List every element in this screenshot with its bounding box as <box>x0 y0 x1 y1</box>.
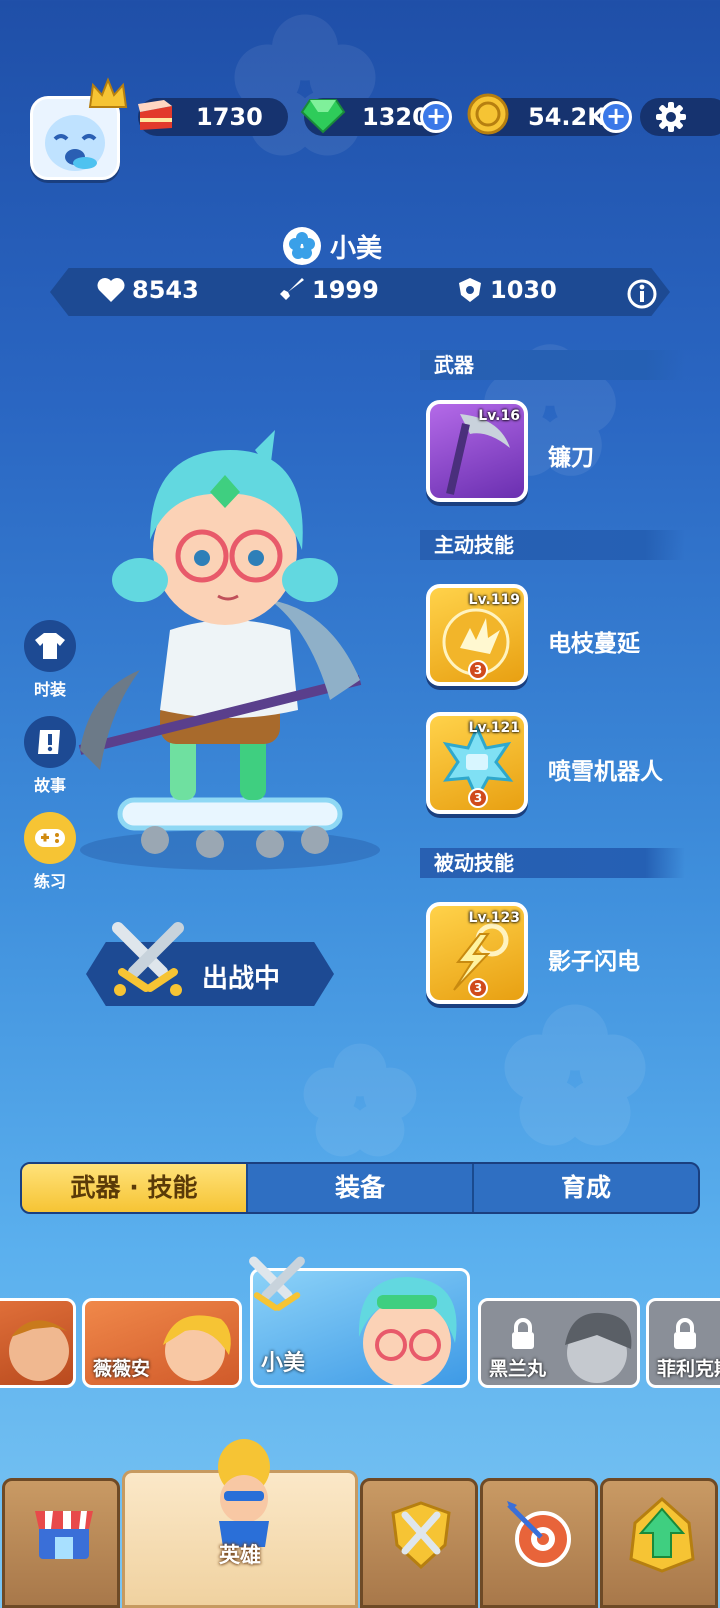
shop-icon <box>35 1511 93 1559</box>
hero-character-model <box>78 430 380 870</box>
passive-skill-name: 影子闪电 <box>548 949 640 975</box>
practice-circle <box>24 812 76 864</box>
cake-count: 1730 <box>196 103 263 131</box>
practice-label: 练习 <box>33 872 66 891</box>
hero-portrait <box>9 1320 69 1381</box>
defense-value: 1030 <box>490 276 557 304</box>
hero-name: 小美 <box>330 233 383 264</box>
nav-rank[interactable] <box>480 1478 598 1608</box>
info-icon[interactable] <box>626 278 658 310</box>
active-skill-1-name: 电枝蔓延 <box>548 631 640 657</box>
player-avatar[interactable] <box>30 77 128 180</box>
attack-value: 1999 <box>312 276 379 304</box>
hero-portrait <box>565 1312 632 1383</box>
hp-value: 8543 <box>132 276 199 304</box>
green-gem-icon <box>300 99 346 134</box>
target-arrow-icon <box>507 1501 571 1567</box>
roster-hero-0[interactable] <box>0 1298 76 1388</box>
background-flower-icon <box>303 1043 417 1157</box>
gear-icon <box>656 102 686 132</box>
upgrade-arrow-icon <box>629 1496 695 1573</box>
deployed-swords-icon <box>249 1256 305 1311</box>
background-flower-icon <box>504 1004 646 1146</box>
active-skill-section-header: 主动技能 <box>420 530 685 560</box>
cake-icon <box>138 100 172 130</box>
cake-resource: 1730 <box>138 98 288 136</box>
scroll-exclaim-icon <box>38 730 60 754</box>
roster-hero-locked-2-name: 菲利克斯 <box>657 1358 720 1380</box>
crown-icon <box>88 77 128 108</box>
passive-skill-level: Lv.123 <box>468 910 520 926</box>
heart-icon <box>97 278 125 302</box>
settings-button[interactable] <box>640 98 720 136</box>
hero-class-icon <box>283 227 321 265</box>
weapon-name: 镰刀 <box>548 445 594 471</box>
background-flower-icon <box>234 14 376 156</box>
coin-count: 54.2K <box>528 103 606 131</box>
weapon-level: Lv.16 <box>478 408 520 424</box>
hero-detail-tabs: 武器 · 技能 装备 育成 <box>20 1162 700 1214</box>
hp-stat: 8543 <box>96 276 199 304</box>
costume-circle <box>24 620 76 672</box>
nav-heroes[interactable]: 英雄 <box>122 1439 358 1608</box>
weapon-card[interactable]: Lv.16 <box>426 400 528 502</box>
nav-heroes-label: 英雄 <box>219 1543 261 1567</box>
roster-hero-locked-1[interactable]: 黑兰丸 <box>478 1298 640 1388</box>
nav-shop[interactable] <box>2 1478 120 1608</box>
active-skill-2-name: 喷雪机器人 <box>548 759 663 785</box>
roster-hero-1[interactable]: 薇薇安 <box>82 1298 242 1388</box>
tab-training[interactable]: 育成 <box>472 1164 698 1212</box>
passive-skill-card[interactable]: Lv.123 3 <box>426 902 528 1004</box>
active-skill-card-2[interactable]: Lv.121 3 <box>426 712 528 814</box>
active-skill-card-1[interactable]: Lv.119 3 <box>426 584 528 686</box>
crossed-swords-icon <box>112 922 184 996</box>
passive-skill-section-header: 被动技能 <box>420 848 685 878</box>
gem-resource: 1320 + <box>300 98 452 136</box>
lock-icon <box>674 1318 696 1349</box>
hero-portrait <box>163 1315 231 1381</box>
tab-weapon-skill[interactable]: 武器 · 技能 <box>22 1164 246 1212</box>
roster-hero-1-name: 薇薇安 <box>93 1358 151 1380</box>
shirt-icon <box>35 633 65 659</box>
gamepad-icon <box>35 829 65 847</box>
gold-coin-icon <box>467 93 509 135</box>
active-skill-1-level: Lv.119 <box>468 592 520 608</box>
story-label: 故事 <box>33 776 66 795</box>
hero-name-row: 小美 <box>282 226 382 266</box>
roster-hero-locked-2[interactable]: 菲利克斯 <box>646 1298 720 1388</box>
coin-resource: 54.2K + <box>467 93 632 136</box>
roster-hero-locked-1-name: 黑兰丸 <box>489 1358 547 1380</box>
passive-skill-badge: 3 <box>468 978 488 998</box>
add-gems-button[interactable]: + <box>420 101 452 133</box>
lock-icon <box>512 1318 534 1349</box>
roster-hero-selected-name: 小美 <box>261 1351 306 1376</box>
shield-swords-icon <box>391 1501 451 1570</box>
practice-button[interactable]: 练习 <box>24 812 76 892</box>
weapon-section-header: 武器 <box>420 350 685 380</box>
add-coins-button[interactable]: + <box>600 101 632 133</box>
nav-battle[interactable] <box>360 1478 478 1608</box>
active-skill-2-badge: 3 <box>468 788 488 808</box>
hero-portrait <box>358 1277 457 1385</box>
story-circle <box>24 716 76 768</box>
deployed-label: 出战中 <box>202 964 281 994</box>
active-skill-1-badge: 3 <box>468 660 488 680</box>
defense-stat: 1030 <box>456 276 557 304</box>
nav-upgrade[interactable] <box>600 1478 718 1608</box>
shield-icon <box>459 278 481 302</box>
sword-icon <box>280 278 304 300</box>
active-skill-2-level: Lv.121 <box>468 720 520 736</box>
hero-nav-icon <box>218 1439 270 1547</box>
costume-button[interactable]: 时装 <box>24 620 76 700</box>
story-button[interactable]: 故事 <box>24 716 76 796</box>
attack-stat: 1999 <box>276 276 379 304</box>
tab-equipment[interactable]: 装备 <box>246 1164 472 1212</box>
costume-label: 时装 <box>33 680 66 699</box>
gem-count: 1320 <box>362 103 429 131</box>
